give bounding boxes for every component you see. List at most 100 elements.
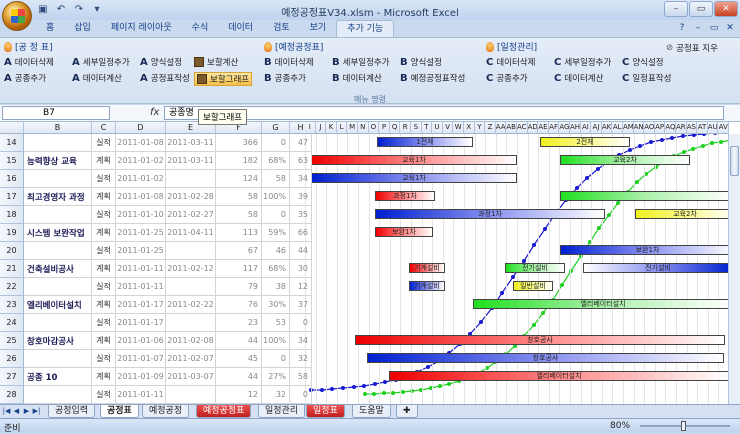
column-header-J[interactable]: J xyxy=(315,122,327,134)
ribbon-button-3-3[interactable]: C 양식설정 xyxy=(622,56,664,69)
cell-start[interactable]: 2011-01-11 xyxy=(116,260,166,278)
cell-pct[interactable]: 58 xyxy=(262,170,290,188)
column-header-AF[interactable]: AF xyxy=(548,122,560,134)
column-header-AC[interactable]: AC xyxy=(517,122,528,134)
column-header-C[interactable]: C xyxy=(92,122,116,134)
sheet-tab-6[interactable]: 일정표 xyxy=(306,405,345,418)
cell-pct[interactable]: 0 xyxy=(262,206,290,224)
cell-w[interactable]: 32 xyxy=(290,350,312,368)
column-header-AL[interactable]: AL xyxy=(612,122,623,134)
ribbon-button-1-2[interactable]: A 세부일정추가 xyxy=(72,56,130,69)
column-header-AJ[interactable]: AJ xyxy=(591,122,602,134)
row-header-16[interactable]: 16 xyxy=(0,170,24,188)
row-header-21[interactable]: 21 xyxy=(0,260,24,278)
cell-start[interactable]: 2011-01-06 xyxy=(116,332,166,350)
cell-pct[interactable]: 100% xyxy=(262,332,290,350)
office-button[interactable] xyxy=(2,1,32,31)
column-header-AU[interactable]: AU xyxy=(707,122,719,134)
cell-days[interactable]: 117 xyxy=(216,260,262,278)
cell-kind[interactable]: 계획 xyxy=(92,224,116,242)
column-header-N[interactable]: N xyxy=(358,122,369,134)
cell-start[interactable]: 2011-01-08 xyxy=(116,188,166,206)
column-header-U[interactable]: U xyxy=(432,122,443,134)
column-header-AP[interactable]: AP xyxy=(654,122,666,134)
row-header-25[interactable]: 25 xyxy=(0,332,24,350)
cell-pct[interactable]: 38 xyxy=(262,278,290,296)
gantt-bar[interactable]: 교육1차 xyxy=(311,173,517,183)
cell-kind[interactable]: 계획 xyxy=(92,332,116,350)
cell-end[interactable]: 2011-03-07 xyxy=(166,368,216,386)
row-header-26[interactable]: 26 xyxy=(0,350,24,368)
cell-days[interactable]: 76 xyxy=(216,296,262,314)
gantt-bar[interactable]: 엘리베이터설치 xyxy=(389,371,729,381)
cell-task[interactable] xyxy=(24,350,92,368)
cell-start[interactable]: 2011-01-11 xyxy=(116,386,166,404)
tab-3[interactable]: 페이지 레이아웃 xyxy=(101,20,182,37)
ribbon-button-2-6[interactable]: B 예정공정표작성 xyxy=(400,72,465,85)
maximize-button[interactable]: ▭ xyxy=(689,1,713,17)
scrollbar-thumb[interactable] xyxy=(730,146,739,176)
cell-w[interactable]: 47 xyxy=(290,134,312,152)
cell-kind[interactable]: 계획 xyxy=(92,368,116,386)
cell-start[interactable]: 2011-01-07 xyxy=(116,350,166,368)
row-header-19[interactable]: 19 xyxy=(0,224,24,242)
column-header-Z[interactable]: Z xyxy=(485,122,496,134)
cell-w[interactable]: 34 xyxy=(290,170,312,188)
tab-8[interactable]: 추가 기능 xyxy=(336,20,395,37)
ribbon-button-1-1[interactable]: A 데이터삭제 xyxy=(4,56,54,69)
cell-days[interactable]: 124 xyxy=(216,170,262,188)
cell-pct[interactable]: 27% xyxy=(262,368,290,386)
cell-start[interactable]: 2011-01-09 xyxy=(116,368,166,386)
cell-end[interactable] xyxy=(166,386,216,404)
cell-days[interactable]: 23 xyxy=(216,314,262,332)
column-header-AI[interactable]: AI xyxy=(580,122,592,134)
gantt-bar[interactable]: 2전체 xyxy=(540,137,630,147)
cell-kind[interactable]: 실적 xyxy=(92,350,116,368)
cell-end[interactable]: 2011-04-11 xyxy=(166,224,216,242)
zoom-slider-knob[interactable] xyxy=(681,421,686,431)
cell-start[interactable]: 2011-01-08 xyxy=(116,134,166,152)
column-header-AV[interactable]: AV xyxy=(718,122,729,134)
cell-end[interactable]: 2011-02-22 xyxy=(166,296,216,314)
sheet-tab-4[interactable]: 예정공정표 xyxy=(196,405,252,418)
cell-w[interactable]: 39 xyxy=(290,188,312,206)
cell-end[interactable]: 2011-02-27 xyxy=(166,206,216,224)
cell-kind[interactable]: 실적 xyxy=(92,206,116,224)
column-header-AN[interactable]: AN xyxy=(633,122,645,134)
row-header-28[interactable]: 28 xyxy=(0,386,24,404)
cell-kind[interactable]: 실적 xyxy=(92,134,116,152)
row-header-14[interactable]: 14 xyxy=(0,134,24,152)
column-header-M[interactable]: M xyxy=(347,122,358,134)
cell-kind[interactable]: 실적 xyxy=(92,170,116,188)
last-sheet-icon[interactable]: ▶| xyxy=(32,407,41,416)
cell-days[interactable]: 45 xyxy=(216,350,262,368)
column-header-AR[interactable]: AR xyxy=(676,122,687,134)
row-header-22[interactable]: 22 xyxy=(0,278,24,296)
sheet-tab-7[interactable]: 도움말 xyxy=(352,405,391,418)
column-header-L[interactable]: L xyxy=(336,122,348,134)
column-header-AB[interactable]: AB xyxy=(506,122,517,134)
gantt-bar[interactable] xyxy=(560,191,730,201)
cell-pct[interactable]: 0 xyxy=(262,350,290,368)
worksheet-grid[interactable]: 1전체 2전체 교육1차 교육2차 교육1차 과정1차 과정1차 교육2차 보완1차 보완1차 기계… xyxy=(0,122,740,404)
column-header-AT[interactable]: AT xyxy=(697,122,708,134)
tab-5[interactable]: 데이터 xyxy=(218,20,263,37)
cell-task[interactable]: 능력향상 교육 xyxy=(24,152,92,170)
cell-end[interactable] xyxy=(166,314,216,332)
ribbon-button-2-1[interactable]: B 데이터삭제 xyxy=(264,56,314,69)
cell-task[interactable]: 시스템 보완작업 xyxy=(24,224,92,242)
insert-sheet-icon[interactable]: ✚ xyxy=(396,405,418,418)
sheet-tab-3[interactable]: 예정공정 xyxy=(142,405,190,418)
row-header-18[interactable]: 18 xyxy=(0,206,24,224)
cell-start[interactable]: 2011-01-11 xyxy=(116,278,166,296)
row-header-27[interactable]: 27 xyxy=(0,368,24,386)
column-header-D[interactable]: D xyxy=(116,122,166,134)
tab-4[interactable]: 수식 xyxy=(182,20,219,37)
cell-days[interactable]: 182 xyxy=(216,152,262,170)
gantt-bar[interactable]: 교육2차 xyxy=(560,155,690,165)
cell-w[interactable]: 66 xyxy=(290,224,312,242)
next-sheet-icon[interactable]: ▶ xyxy=(22,407,31,416)
clear-schedule-button[interactable]: ⊘ 공정표 지우 xyxy=(666,42,718,54)
cell-days[interactable]: 67 xyxy=(216,242,262,260)
ribbon-button-2-3[interactable]: B 양식설정 xyxy=(400,56,442,69)
